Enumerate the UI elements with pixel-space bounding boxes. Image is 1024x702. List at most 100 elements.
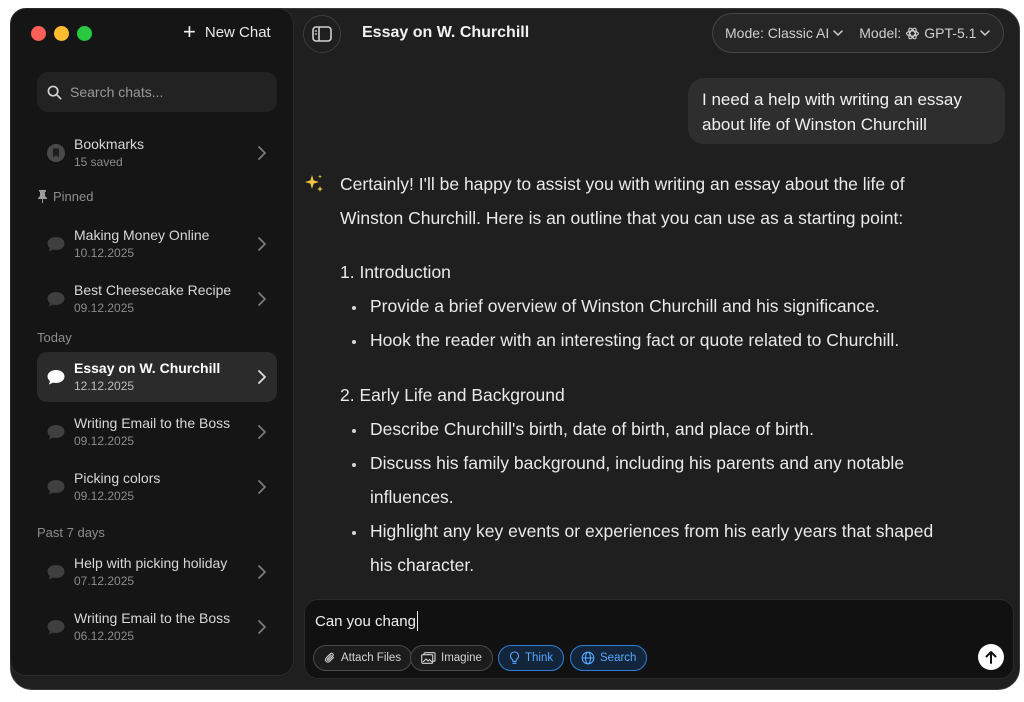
paperclip-icon (325, 652, 335, 663)
sidebar-item-chat-active[interactable]: Essay on W. Churchill 12.12.2025 (37, 352, 277, 402)
sidebar-item-date: 06.12.2025 (74, 629, 135, 643)
zoom-window-button[interactable] (77, 26, 92, 41)
user-message-line: about life of Winston Churchill (702, 115, 927, 134)
chat-bubble-icon (47, 565, 65, 580)
past-section-header: Past 7 days (37, 525, 105, 540)
bullet-dot (352, 531, 356, 535)
sparkle-icon (305, 174, 323, 192)
chevron-right-icon (258, 480, 266, 494)
message-composer: Can you chang Attach Files Imagine Think… (304, 599, 1014, 679)
pinned-section-header: Pinned (37, 189, 93, 204)
model-name: GPT-5.1 (924, 25, 977, 41)
sidebar: + New Chat Search chats... Bookmarks 15 … (10, 8, 294, 676)
think-button[interactable]: Think (498, 645, 565, 671)
outline-bullet: Discuss his family background, including… (370, 453, 905, 473)
sidebar-item-chat[interactable]: Help with picking holiday 07.12.2025 (37, 547, 277, 597)
search-icon (47, 85, 62, 99)
globe-icon (581, 651, 595, 665)
lightbulb-icon (509, 651, 520, 664)
assistant-text: Certainly! I'll be happy to assist you w… (340, 174, 905, 194)
bullet-dot (352, 306, 356, 310)
outline-bullet-continued: his character. (370, 555, 475, 575)
close-window-button[interactable] (31, 26, 46, 41)
arrow-up-icon (985, 651, 997, 664)
today-section-header: Today (37, 330, 72, 345)
chat-bubble-icon (47, 292, 65, 307)
chat-bubble-icon (47, 425, 65, 440)
new-chat-label: New Chat (204, 23, 271, 41)
send-button[interactable] (978, 644, 1004, 670)
sidebar-item-chat[interactable]: Best Cheesecake Recipe 09.12.2025 (37, 274, 277, 324)
openai-logo-icon (906, 27, 920, 39)
model-label: Model: (859, 25, 902, 41)
sidebar-item-chat[interactable]: Writing Email to the Boss 06.12.2025 (37, 602, 277, 652)
sidebar-item-label: Writing Email to the Boss (74, 415, 231, 431)
imagine-label: Imagine (441, 652, 482, 664)
past-label: Past 7 days (37, 525, 105, 540)
sidebar-item-label: Picking colors (74, 470, 161, 486)
chevron-right-icon (258, 565, 266, 579)
sidebar-item-label: Making Money Online (74, 227, 210, 243)
sidebar-item-date: 10.12.2025 (74, 246, 135, 260)
attach-files-button[interactable]: Attach Files (313, 645, 413, 671)
chevron-down-icon (833, 29, 844, 36)
chevron-right-icon (258, 146, 266, 160)
outline-heading: 2. Early Life and Background (340, 385, 565, 405)
chat-title: Essay on W. Churchill (362, 24, 530, 41)
search-placeholder: Search chats... (70, 84, 164, 100)
sidebar-item-date: 07.12.2025 (74, 574, 135, 588)
new-chat-button[interactable]: + New Chat (183, 21, 271, 43)
chevron-right-icon (258, 292, 266, 306)
outline-bullet: Hook the reader with an interesting fact… (370, 330, 900, 350)
model-dropdown[interactable]: Model: GPT-5.1 (859, 25, 991, 41)
outline-heading: 1. Introduction (340, 262, 451, 282)
sidebar-item-label: Writing Email to the Boss (74, 610, 231, 626)
mode-dropdown[interactable]: Mode: Classic AI (725, 25, 844, 41)
text-caret (416, 611, 418, 631)
chat-bubble-icon (47, 370, 65, 385)
bullet-dot (352, 340, 356, 344)
sidebar-item-date: 12.12.2025 (74, 379, 135, 393)
chevron-right-icon (258, 425, 266, 439)
sidebar-toggle-button[interactable] (303, 15, 341, 53)
sidebar-item-label: Help with picking holiday (74, 555, 228, 571)
user-message-bubble: I need a help with writing an essay abou… (688, 78, 1005, 144)
search-chats-input[interactable]: Search chats... (37, 72, 277, 112)
sidebar-item-chat[interactable]: Writing Email to the Boss 09.12.2025 (37, 407, 277, 457)
bullet-dot (352, 429, 356, 433)
sidebar-item-bookmarks[interactable]: Bookmarks 15 saved (37, 128, 277, 178)
sidebar-item-date: 09.12.2025 (74, 434, 135, 448)
today-label: Today (37, 330, 72, 345)
mode-label: Mode: Classic AI (725, 25, 830, 41)
sidebar-item-date: 09.12.2025 (74, 301, 135, 315)
sidebar-item-chat[interactable]: Making Money Online 10.12.2025 (37, 219, 277, 269)
assistant-text: Winston Churchill. Here is an outline th… (340, 208, 904, 228)
search-web-button[interactable]: Search (570, 645, 648, 671)
think-label: Think (525, 652, 554, 664)
image-icon (421, 652, 436, 664)
chevron-down-icon (980, 29, 991, 36)
bullet-dot (352, 463, 356, 467)
sidebar-item-label: Essay on W. Churchill (74, 360, 221, 376)
user-message-line: I need a help with writing an essay (702, 90, 962, 109)
chat-bubble-icon (47, 237, 65, 252)
outline-bullet: Highlight any key events or experiences … (370, 521, 934, 541)
imagine-button[interactable]: Imagine (410, 645, 493, 671)
bookmark-icon (47, 144, 65, 162)
outline-bullet-continued: influences. (370, 487, 454, 507)
chat-bubble-icon (47, 480, 65, 495)
pin-icon (38, 190, 47, 203)
sidebar-panel-icon (312, 26, 332, 42)
outline-bullet: Provide a brief overview of Winston Chur… (370, 296, 880, 316)
message-input-text: Can you chang (315, 612, 416, 630)
sidebar-item-date: 09.12.2025 (74, 489, 135, 503)
chat-bubble-icon (47, 620, 65, 635)
sidebar-item-chat[interactable]: Picking colors 09.12.2025 (37, 462, 277, 512)
mode-model-selector: Mode: Classic AI Model: GPT-5.1 (712, 13, 1004, 53)
message-input[interactable]: Can you chang (315, 611, 418, 631)
minimize-window-button[interactable] (54, 26, 69, 41)
window-controls (31, 26, 92, 41)
chevron-right-icon (258, 620, 266, 634)
chevron-right-icon (258, 370, 266, 384)
pinned-label: Pinned (53, 189, 94, 204)
